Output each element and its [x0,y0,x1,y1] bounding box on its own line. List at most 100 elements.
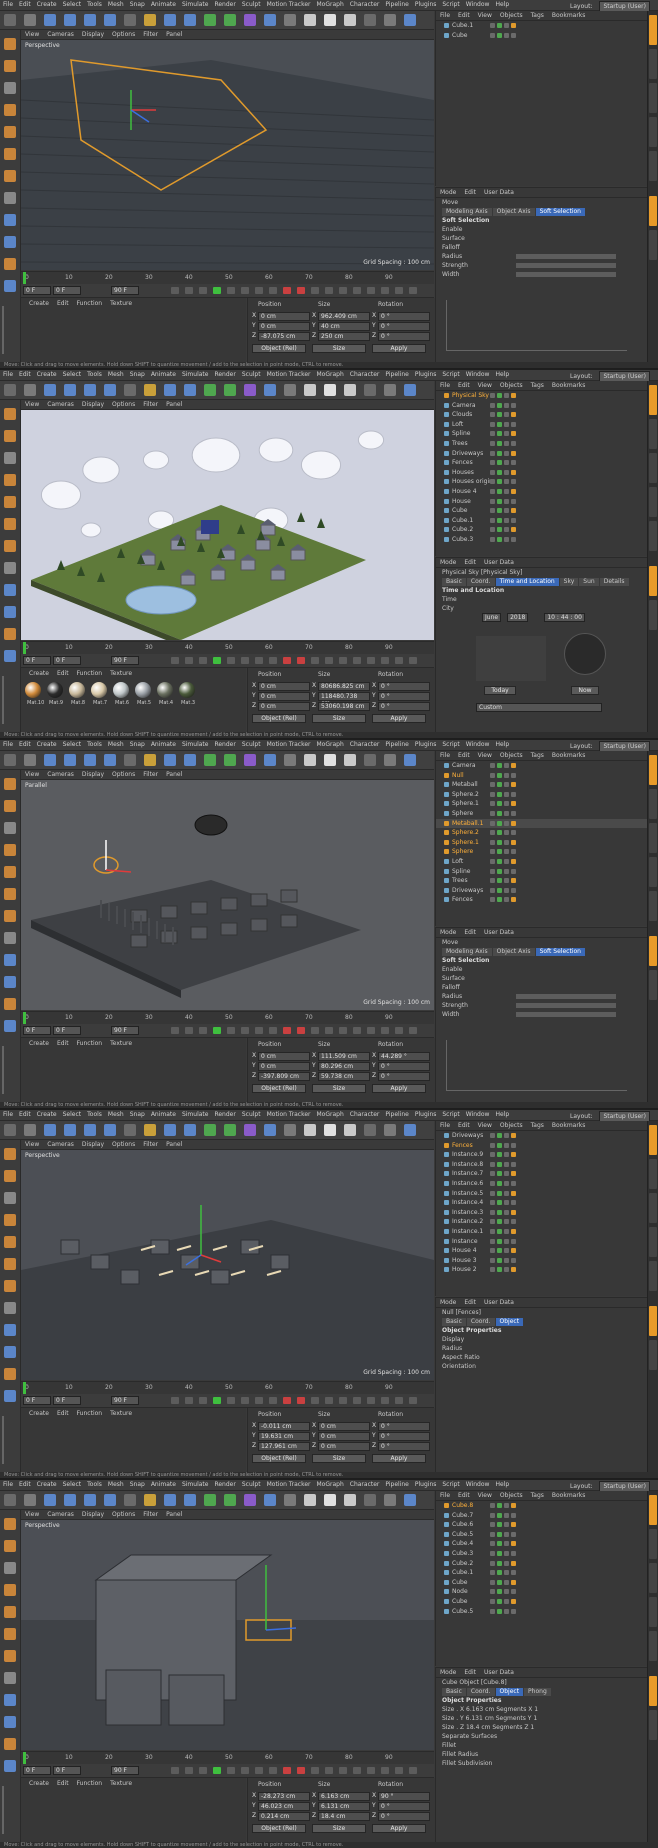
object-row[interactable]: Instance.5 [436,1189,647,1199]
object-flag-icon[interactable] [490,1522,495,1528]
timeline-playhead[interactable] [23,1752,26,1764]
material-menu-item[interactable]: Texture [106,1779,136,1788]
object-flag-icon[interactable] [497,1589,502,1595]
viewport[interactable]: Perspective Grid Spacing : 100 cm [21,40,434,270]
object-flag-icon[interactable] [490,1180,495,1186]
coord-field-z-2[interactable]: 0 ° [378,1442,430,1451]
keyframe-sel-icon[interactable] [311,657,319,664]
start-frame-field[interactable]: 0 F [53,1396,81,1405]
prev-frame-icon[interactable] [199,657,207,664]
viewport-scene[interactable] [21,1150,434,1380]
menu-item[interactable]: Pipeline [382,1480,411,1490]
object-flag-icon[interactable] [504,479,509,485]
object-flag-icon[interactable] [490,763,495,768]
menu-item[interactable]: Script [439,370,462,380]
object-row[interactable]: Cube.7 [436,1511,647,1521]
start-frame-field[interactable]: 0 F [53,286,81,295]
viewport-menu-item[interactable]: Options [108,400,139,409]
points-mode-icon[interactable] [4,1236,16,1248]
object-menu-item[interactable]: Objects [496,1491,527,1500]
coord-system-icon[interactable] [184,1124,196,1136]
object-flag-icon[interactable] [497,1531,502,1537]
object-flag-icon[interactable] [497,450,502,456]
object-flag-icon[interactable] [511,393,516,398]
object-flag-icon[interactable] [490,1142,495,1148]
workplane-icon[interactable] [4,474,16,486]
object-flag-icon[interactable] [497,868,502,874]
object-flag-icon[interactable] [511,1531,516,1537]
object-flag-icon[interactable] [511,1541,516,1547]
attribute-row[interactable]: Enable [436,965,647,974]
object-flag-icon[interactable] [511,1570,516,1576]
make-editable-icon[interactable] [4,408,16,420]
apply-button[interactable]: Apply [372,1454,426,1463]
object-flag-icon[interactable] [490,527,495,533]
content-browser-tab[interactable] [649,453,657,483]
object-row[interactable]: Cube [436,31,647,41]
object-flag-icon[interactable] [504,412,509,418]
object-menu-item[interactable]: View [474,11,496,20]
menu-item[interactable]: Window [463,0,493,10]
play-icon[interactable] [213,1767,221,1774]
object-flag-icon[interactable] [504,402,509,408]
object-flag-icon[interactable] [490,1570,495,1576]
today-button[interactable]: Today [484,686,516,695]
pla-key-icon[interactable] [381,657,389,664]
menu-item[interactable]: Animate [148,1110,179,1120]
object-flag-icon[interactable] [504,450,509,456]
rotate-icon[interactable] [84,384,96,396]
object-menu-item[interactable]: Bookmarks [548,751,590,760]
pos-key-icon[interactable] [325,657,333,664]
recent-icon[interactable] [104,14,116,26]
menu-item[interactable]: Render [211,1110,238,1120]
object-flag-icon[interactable] [511,791,516,797]
object-flag-icon[interactable] [504,1531,509,1537]
z-axis-icon[interactable] [164,1124,176,1136]
viewport-menu-item[interactable]: Display [78,30,108,39]
cube-icon[interactable] [264,1124,276,1136]
object-row[interactable]: Sphere [436,847,647,857]
last-frame-icon[interactable] [255,1397,263,1404]
object-flag-icon[interactable] [504,431,509,437]
attribute-slider[interactable] [516,1012,616,1017]
objects-tab[interactable] [649,755,657,785]
polygons-mode-icon[interactable] [4,1650,16,1662]
object-flag-icon[interactable] [511,23,516,28]
viewport-menu-item[interactable]: View [21,400,43,409]
viewport-menu-item[interactable]: View [21,1140,43,1149]
light-icon[interactable] [404,1124,416,1136]
make-editable-icon[interactable] [4,38,16,50]
object-flag-icon[interactable] [511,1512,516,1518]
menu-item[interactable]: Simulate [179,1110,212,1120]
attribute-row[interactable]: Aspect Ratio [436,1353,647,1362]
menu-item[interactable]: Sculpt [239,370,264,380]
menu-item[interactable]: Mesh [105,1480,127,1490]
object-flag-icon[interactable] [504,1190,509,1196]
menu-item[interactable]: MoGraph [314,740,347,750]
prev-key-icon[interactable] [185,657,193,664]
menu-item[interactable]: Select [60,370,85,380]
object-menu-item[interactable]: File [436,1121,454,1130]
scale-key-icon[interactable] [339,1397,347,1404]
material-menu-item[interactable]: Create [25,669,53,678]
object-flag-icon[interactable] [504,460,509,466]
viewport-menu-item[interactable]: Cameras [43,30,78,39]
scene-icon[interactable] [364,754,376,766]
object-flag-icon[interactable] [511,431,516,437]
object-menu-item[interactable]: View [474,1491,496,1500]
menu-item[interactable]: Motion Tracker [264,1110,314,1120]
menu-item[interactable]: Tools [84,1110,105,1120]
object-flag-icon[interactable] [511,858,516,864]
material-swatch[interactable] [157,682,173,698]
object-flag-icon[interactable] [511,536,516,542]
attribute-row[interactable]: Size . Y 6.131 cm Segments Y 1 [436,1714,647,1723]
motion-icon[interactable] [395,1027,403,1034]
menu-item[interactable]: Render [211,1480,238,1490]
render-icon[interactable] [224,1124,236,1136]
viewport[interactable]: Perspective Grid Spacing : 100 cm [21,1150,434,1380]
attribute-slider[interactable] [516,272,616,277]
menu-item[interactable]: Select [60,0,85,10]
object-flag-icon[interactable] [504,1522,509,1528]
object-flag-icon[interactable] [497,1171,502,1177]
menu-item[interactable]: Edit [16,1110,34,1120]
